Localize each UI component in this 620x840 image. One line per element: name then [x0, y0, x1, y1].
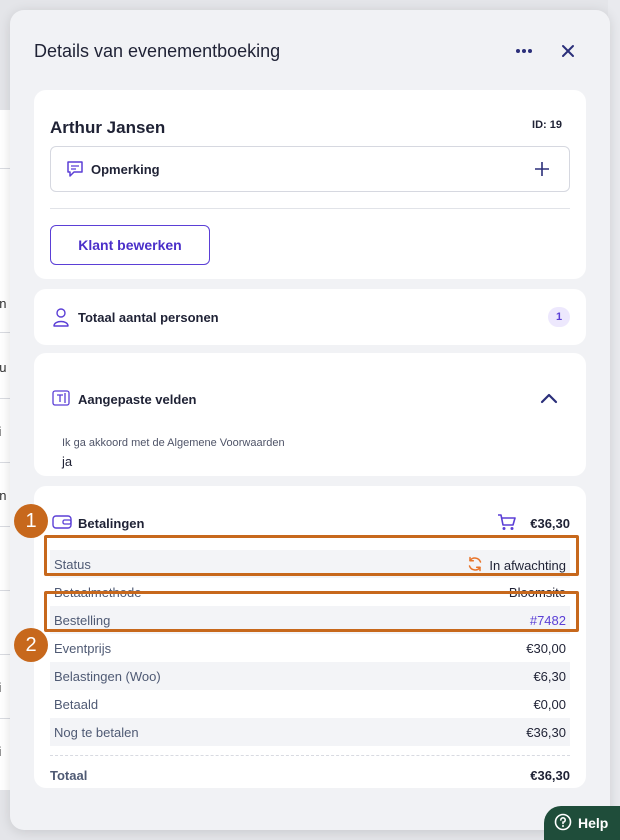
row-value: €30,00 [526, 641, 566, 656]
taxes-row: Belastingen (Woo) €6,30 [50, 662, 570, 690]
panel-title: Details van evenementboeking [34, 41, 281, 61]
highlight-order [44, 591, 579, 632]
help-label: Help [578, 815, 609, 831]
custom-field-answer: ja [62, 454, 73, 469]
wallet-icon [52, 514, 72, 535]
edit-customer-button[interactable]: Klant bewerken [50, 225, 210, 265]
close-icon[interactable] [553, 36, 583, 66]
persons-label: Totaal aantal personen [78, 310, 219, 325]
event-price-row: Eventprijs €30,00 [50, 634, 570, 662]
row-key: Eventprijs [54, 641, 112, 656]
comment-icon [65, 159, 85, 184]
persons-count-badge: 1 [548, 307, 570, 327]
plus-icon[interactable] [534, 161, 550, 182]
custom-fields-label: Aangepaste velden [78, 392, 197, 407]
more-horizontal-icon[interactable] [509, 36, 539, 66]
note-label: Opmerking [91, 162, 160, 177]
cart-icon [497, 513, 517, 536]
total-label: Totaal [50, 768, 88, 783]
paid-row: Betaald €0,00 [50, 690, 570, 718]
custom-field-question: Ik ga akkoord met de Algemene Voorwaarde… [62, 437, 285, 449]
callout-1: 1 [14, 504, 48, 538]
customer-name: Arthur Jansen [50, 118, 166, 137]
help-circle-icon [554, 813, 572, 834]
person-icon [52, 307, 70, 332]
customer-id: ID: 19 [532, 119, 562, 131]
panel-header: Details van evenementboeking [10, 10, 610, 90]
row-value: €6,30 [533, 669, 566, 684]
payments-label: Betalingen [78, 516, 145, 531]
due-row: Nog te betalen €36,30 [50, 718, 570, 746]
help-button[interactable]: Help [544, 806, 620, 840]
customer-card: Arthur Jansen ID: 19 Opmerking Klant bew… [34, 90, 586, 279]
row-key: Betaald [54, 697, 99, 712]
total-value: €36,30 [530, 768, 570, 783]
row-value: €36,30 [526, 725, 566, 740]
persons-card: Totaal aantal personen 1 [34, 289, 586, 345]
text-field-icon [52, 389, 70, 412]
chevron-up-icon[interactable] [540, 391, 558, 409]
highlight-status [44, 535, 579, 576]
callout-2: 2 [14, 628, 48, 662]
row-key: Nog te betalen [54, 725, 139, 740]
custom-fields-card: Aangepaste velden Ik ga akkoord met de A… [34, 353, 586, 476]
row-key: Belastingen (Woo) [54, 669, 161, 684]
divider [50, 755, 570, 756]
payments-total: €36,30 [530, 516, 570, 531]
note-field[interactable]: Opmerking [50, 146, 570, 192]
row-value: €0,00 [533, 697, 566, 712]
divider [50, 208, 570, 209]
booking-details-panel: Details van evenementboeking Arthur Jans… [10, 10, 610, 830]
payments-card: Betalingen €36,30 Status In afwachting B… [34, 486, 586, 788]
